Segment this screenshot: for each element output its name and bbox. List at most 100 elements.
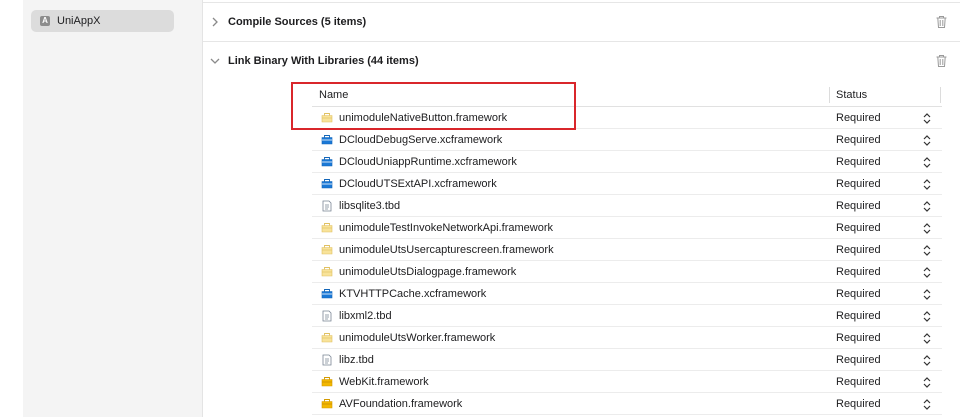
- library-name: unimoduleNativeButton.framework: [339, 111, 508, 124]
- name-cell: libxml2.tbd: [312, 310, 830, 322]
- up-down-chevron-icon[interactable]: [923, 200, 931, 213]
- status-value: Required: [836, 375, 881, 388]
- table-row[interactable]: AVFoundation.framework Required: [312, 393, 942, 415]
- status-popup[interactable]: Required: [830, 244, 942, 256]
- xcode-build-phases: A UniAppX Compile Sources (5 items) Link…: [0, 0, 960, 417]
- name-cell: WebKit.framework: [312, 376, 830, 388]
- chevron-down-icon[interactable]: [210, 56, 220, 66]
- link-binary-title: Link Binary With Libraries (44 items): [228, 55, 419, 67]
- table-row[interactable]: libxml2.tbd Required: [312, 305, 942, 327]
- status-popup[interactable]: Required: [830, 398, 942, 410]
- up-down-chevron-icon[interactable]: [923, 178, 931, 191]
- table-row[interactable]: DCloudDebugServe.xcframework Required: [312, 129, 942, 151]
- status-value: Required: [836, 309, 881, 322]
- status-popup[interactable]: Required: [830, 200, 942, 212]
- status-popup[interactable]: Required: [830, 134, 942, 146]
- up-down-chevron-icon[interactable]: [923, 332, 931, 345]
- status-value: Required: [836, 111, 881, 124]
- status-value: Required: [836, 155, 881, 168]
- name-cell: unimoduleTestInvokeNetworkApi.framework: [312, 222, 830, 234]
- table-row[interactable]: DCloudUniappRuntime.xcframework Required: [312, 151, 942, 173]
- tbd-file-icon: [321, 200, 333, 212]
- status-value: Required: [836, 133, 881, 146]
- library-name: unimoduleTestInvokeNetworkApi.framework: [339, 221, 553, 234]
- chevron-right-icon[interactable]: [210, 17, 220, 27]
- name-cell: libsqlite3.tbd: [312, 200, 830, 212]
- up-down-chevron-icon[interactable]: [923, 112, 931, 125]
- table-body: unimoduleNativeButton.framework Required D…: [312, 107, 942, 415]
- name-cell: DCloudDebugServe.xcframework: [312, 134, 830, 146]
- app-target-icon: A: [40, 16, 50, 26]
- xcframework-blue-icon: [321, 178, 333, 190]
- status-popup[interactable]: Required: [830, 266, 942, 278]
- libraries-table: Name Status unimoduleNativeButton.framew…: [312, 84, 942, 415]
- up-down-chevron-icon[interactable]: [923, 244, 931, 257]
- tbd-file-icon: [321, 310, 333, 322]
- link-binary-header[interactable]: Link Binary With Libraries (44 items): [203, 42, 960, 80]
- status-popup[interactable]: Required: [830, 310, 942, 322]
- column-header-status[interactable]: Status: [830, 87, 941, 103]
- framework-yellow-icon: [321, 112, 333, 124]
- status-value: Required: [836, 397, 881, 410]
- system-framework-icon: [321, 376, 333, 388]
- status-popup[interactable]: Required: [830, 112, 942, 124]
- status-popup[interactable]: Required: [830, 288, 942, 300]
- trash-icon[interactable]: [935, 54, 948, 68]
- name-cell: KTVHTTPCache.xcframework: [312, 288, 830, 300]
- up-down-chevron-icon[interactable]: [923, 222, 931, 235]
- name-cell: libz.tbd: [312, 354, 830, 366]
- target-label: UniAppX: [57, 15, 101, 27]
- table-row[interactable]: KTVHTTPCache.xcframework Required: [312, 283, 942, 305]
- up-down-chevron-icon[interactable]: [923, 310, 931, 323]
- up-down-chevron-icon[interactable]: [923, 266, 931, 279]
- library-name: unimoduleUtsUsercapturescreen.framework: [339, 243, 554, 256]
- framework-yellow-icon: [321, 332, 333, 344]
- table-row[interactable]: unimoduleUtsDialogpage.framework Required: [312, 261, 942, 283]
- status-value: Required: [836, 199, 881, 212]
- target-list-sidebar: A UniAppX: [23, 0, 203, 417]
- compile-sources-header[interactable]: Compile Sources (5 items): [203, 3, 960, 42]
- compile-sources-title: Compile Sources (5 items): [228, 16, 367, 28]
- status-value: Required: [836, 353, 881, 366]
- trash-icon[interactable]: [935, 15, 948, 29]
- library-name: DCloudDebugServe.xcframework: [339, 133, 503, 146]
- table-header: Name Status: [312, 84, 942, 107]
- table-row[interactable]: unimoduleUtsUsercapturescreen.framework R…: [312, 239, 942, 261]
- library-name: libxml2.tbd: [339, 309, 392, 322]
- up-down-chevron-icon[interactable]: [923, 134, 931, 147]
- status-value: Required: [836, 265, 881, 278]
- table-row[interactable]: unimoduleUtsWorker.framework Required: [312, 327, 942, 349]
- status-popup[interactable]: Required: [830, 222, 942, 234]
- up-down-chevron-icon[interactable]: [923, 398, 931, 411]
- system-framework-icon: [321, 398, 333, 410]
- name-cell: DCloudUTSExtAPI.xcframework: [312, 178, 830, 190]
- up-down-chevron-icon[interactable]: [923, 376, 931, 389]
- status-popup[interactable]: Required: [830, 354, 942, 366]
- status-popup[interactable]: Required: [830, 332, 942, 344]
- table-row[interactable]: DCloudUTSExtAPI.xcframework Required: [312, 173, 942, 195]
- table-row[interactable]: libz.tbd Required: [312, 349, 942, 371]
- xcframework-blue-icon: [321, 134, 333, 146]
- status-value: Required: [836, 287, 881, 300]
- up-down-chevron-icon[interactable]: [923, 354, 931, 367]
- status-popup[interactable]: Required: [830, 156, 942, 168]
- status-value: Required: [836, 243, 881, 256]
- framework-yellow-icon: [321, 266, 333, 278]
- framework-yellow-icon: [321, 244, 333, 256]
- library-name: DCloudUTSExtAPI.xcframework: [339, 177, 497, 190]
- up-down-chevron-icon[interactable]: [923, 288, 931, 301]
- target-item-uniappx[interactable]: A UniAppX: [31, 10, 174, 32]
- up-down-chevron-icon[interactable]: [923, 156, 931, 169]
- library-name: AVFoundation.framework: [339, 397, 463, 410]
- table-row[interactable]: unimoduleTestInvokeNetworkApi.framework R…: [312, 217, 942, 239]
- xcframework-blue-icon: [321, 288, 333, 300]
- status-popup[interactable]: Required: [830, 178, 942, 190]
- table-row[interactable]: libsqlite3.tbd Required: [312, 195, 942, 217]
- table-row[interactable]: unimoduleNativeButton.framework Required: [312, 107, 942, 129]
- column-header-name[interactable]: Name: [312, 87, 830, 103]
- library-name: libsqlite3.tbd: [339, 199, 401, 212]
- status-popup[interactable]: Required: [830, 376, 942, 388]
- framework-yellow-icon: [321, 222, 333, 234]
- status-value: Required: [836, 331, 881, 344]
- table-row[interactable]: WebKit.framework Required: [312, 371, 942, 393]
